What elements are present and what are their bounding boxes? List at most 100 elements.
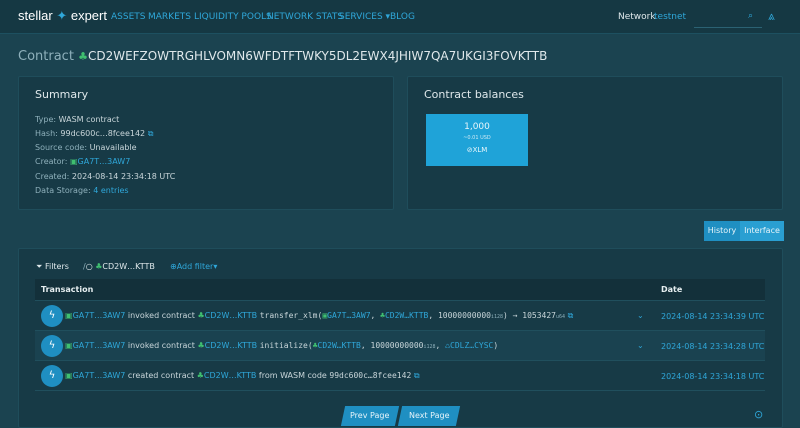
row-description: ▣GA7T…3AW7 created contract ♣CD2W…KTTB f… [65, 371, 420, 381]
summary-created-row: Created: 2024-08-14 23:34:18 UTC [35, 172, 175, 181]
copy-icon[interactable]: ⧉ [414, 371, 420, 380]
summary-type-row: Type: WASM contract [35, 115, 119, 124]
nav-services[interactable]: SERVICES ▾ [339, 12, 390, 22]
row-contract-link[interactable]: CD2W…KTTB [204, 371, 257, 380]
call-expression: transfer_xlm(▣GA7T…3AW7, ♣CD2W…KTTB, 100… [259, 311, 566, 320]
filter-chip-contract[interactable]: /○ ♣CD2W…KTTB [83, 262, 155, 271]
type-annotation: i128 [423, 344, 436, 350]
filters-label: Filters [44, 262, 69, 271]
tab-interface[interactable]: Interface [740, 221, 784, 241]
table-row[interactable]: ϟ ▣GA7T…3AW7 created contract ♣CD2W…KTTB… [35, 361, 765, 391]
next-page-button[interactable]: Next Page [397, 406, 461, 426]
call-expression: initialize(♣CD2W…KTTB, 10000000000i128, … [259, 341, 499, 350]
created-value: 2024-08-14 23:34:18 UTC [71, 172, 176, 181]
call-arg-token[interactable]: CDLZ…CYSC [450, 341, 493, 350]
call-arg-contract[interactable]: CD2W…KTTB [318, 341, 361, 350]
row-verb: created contract [127, 371, 195, 380]
contract-id: CD2WEFZOWTRGHLVOMN6WFDTFTWKY5DL2EWX4JHIW… [87, 49, 548, 63]
row-verb: invoked contract [127, 311, 195, 320]
hash-label: Hash: [35, 129, 58, 138]
storage-label: Data Storage: [35, 186, 91, 195]
row-account-link[interactable]: GA7T…3AW7 [73, 311, 126, 320]
call-function: transfer_xlm( [259, 311, 323, 320]
logo[interactable]: stellar ✦ expert [18, 8, 107, 24]
row-account-link[interactable]: GA7T…3AW7 [73, 371, 126, 380]
balances-title: Contract balances [424, 88, 524, 101]
row-contract-link[interactable]: CD2W…KTTB [205, 341, 258, 350]
type-value: WASM contract [58, 115, 120, 124]
row-date-link[interactable]: 2024-08-14 23:34:39 UTC [661, 312, 764, 321]
row-contract-link[interactable]: CD2W…KTTB [205, 311, 258, 320]
nav-liquidity-pools[interactable]: LIQUIDITY POOLS [194, 12, 272, 22]
call-close: ) [493, 341, 499, 350]
expand-chevron-icon[interactable]: ⌄ [637, 311, 644, 320]
nav-services-label: SERVICES [339, 12, 383, 22]
source-value: Unavailable [89, 143, 137, 152]
table-row[interactable]: ϟ ▣GA7T…3AW7 invoked contract ♣CD2W…KTTB… [35, 331, 765, 361]
nav-assets[interactable]: ASSETS [111, 12, 145, 22]
row-account-link[interactable]: GA7T…3AW7 [73, 341, 126, 350]
tab-history[interactable]: History [704, 221, 740, 241]
circle-icon: ○ [85, 262, 93, 271]
prev-page-label: Prev Page [350, 411, 390, 420]
expand-chevron-icon[interactable]: ⌄ [637, 341, 644, 350]
chevron-down-icon: ▾ [382, 12, 391, 22]
source-label: Source code: [35, 143, 88, 152]
call-function: initialize( [259, 341, 313, 350]
balance-asset-label: XLM [472, 146, 488, 154]
page-title: Contract ♣CD2WEFZOWTRGHLVOMN6WFDTFTWKY5D… [18, 49, 547, 64]
contract-label: Contract [18, 49, 74, 64]
network-label: Network [618, 12, 656, 22]
plus-circle-icon: ⊕ [170, 262, 177, 271]
row-description: ▣GA7T…3AW7 invoked contract ♣CD2W…KTTB i… [65, 341, 498, 350]
row-date-link[interactable]: 2024-08-14 23:34:28 UTC [661, 342, 764, 351]
copy-icon[interactable]: ⧉ [148, 129, 154, 138]
balance-amount: 1,000 [464, 122, 490, 132]
chevron-down-icon: ▾ [213, 262, 218, 271]
wasm-code-hash: 99dc600c…8fcee142 [329, 371, 412, 380]
network-selector[interactable]: testnet [654, 12, 686, 22]
created-label: Created: [35, 172, 70, 181]
contract-icon: ♣ [197, 341, 205, 350]
contract-icon: ♣ [197, 311, 205, 320]
scroll-top-icon[interactable]: ⊙ [754, 408, 763, 421]
add-filter-button[interactable]: ⊕Add filter▾ [170, 262, 217, 271]
call-result: ) → 1053427 [503, 311, 556, 320]
row-verb: invoked contract [127, 341, 195, 350]
account-identicon-icon: ▣ [69, 157, 78, 166]
filters-toggle[interactable]: ⏷ Filters [36, 262, 69, 272]
col-date: Date [661, 285, 683, 294]
type-annotation: u64 [556, 314, 566, 320]
balance-card-xlm[interactable]: 1,000 ~0.01 USD ⊘XLM [426, 114, 528, 166]
table-header: Transaction Date [35, 279, 765, 301]
account-identicon-icon: ▣ [65, 371, 73, 380]
table-row[interactable]: ϟ ▣GA7T…3AW7 invoked contract ♣CD2W…KTTB… [35, 301, 765, 331]
top-nav-bar: stellar ✦ expert ASSETS MARKETS LIQUIDIT… [0, 0, 800, 34]
contract-icon: ♣ [196, 371, 204, 380]
creator-label: Creator: [35, 157, 68, 166]
logo-text-expert: expert [70, 8, 107, 23]
summary-storage-row: Data Storage: 4 entries [35, 186, 129, 195]
search-input[interactable] [694, 27, 762, 28]
row-date-link[interactable]: 2024-08-14 23:34:18 UTC [661, 372, 764, 381]
col-transaction: Transaction [41, 285, 94, 294]
creator-link[interactable]: GA7T…3AW7 [78, 157, 131, 166]
filter-icon: ⏷ [36, 262, 43, 271]
prev-page-button[interactable]: Prev Page [340, 406, 400, 426]
lightning-icon: ϟ [41, 365, 63, 387]
summary-panel: Summary Type: WASM contract Hash: 99dc60… [18, 76, 394, 210]
call-arg-amount: 10000000000 [437, 311, 491, 320]
lightning-icon: ϟ [41, 305, 63, 327]
row-from-label: from WASM code [258, 371, 327, 380]
call-arg-account[interactable]: GA7T…3AW7 [327, 311, 370, 320]
nav-markets[interactable]: MARKETS [148, 12, 191, 22]
call-arg-contract[interactable]: CD2W…KTTB [385, 311, 428, 320]
logo-star-icon: ✦ [56, 8, 68, 23]
storage-link[interactable]: 4 entries [93, 186, 128, 195]
nav-network-stats[interactable]: NETWORK STATS [267, 12, 343, 22]
copy-icon[interactable]: ⧉ [568, 311, 574, 320]
account-icon[interactable]: ⩓ [768, 9, 775, 24]
search-icon[interactable]: ⌕ [748, 11, 753, 21]
add-filter-label: Add filter [176, 262, 214, 271]
nav-blog[interactable]: BLOG [390, 12, 415, 22]
